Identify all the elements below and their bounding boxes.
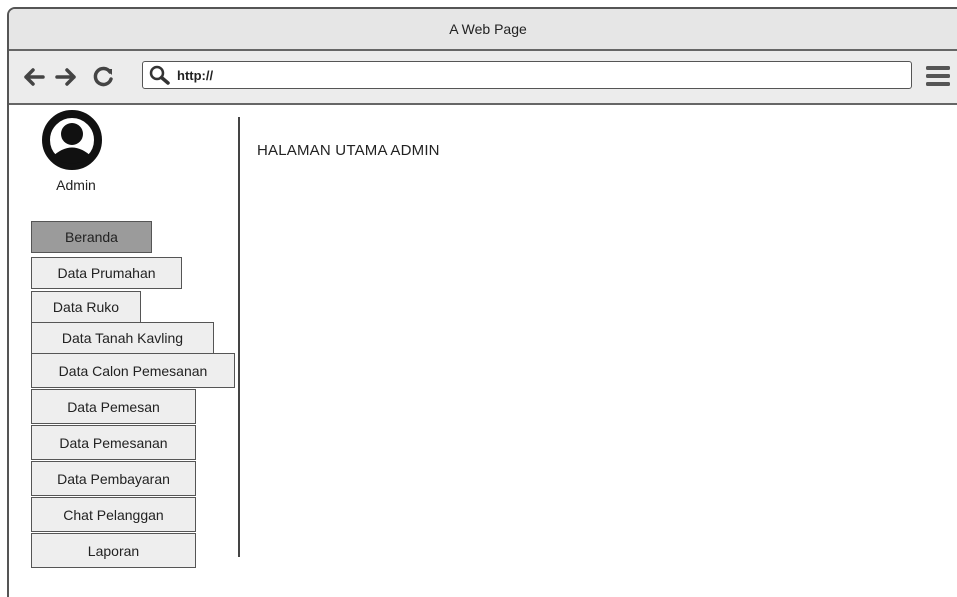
- sidebar-divider: [238, 117, 240, 557]
- url-input[interactable]: [177, 67, 897, 83]
- sidebar-item-data-calon-pemesanan[interactable]: Data Calon Pemesanan: [31, 353, 235, 388]
- browser-toolbar: [9, 51, 957, 105]
- reload-icon[interactable]: [93, 66, 115, 88]
- sidebar-item-data-tanah-kavling[interactable]: Data Tanah Kavling: [31, 322, 214, 354]
- sidebar-item-label: Chat Pelanggan: [63, 506, 164, 523]
- sidebar-item-chat-pelanggan[interactable]: Chat Pelanggan: [31, 497, 196, 532]
- page-title: HALAMAN UTAMA ADMIN: [257, 142, 440, 159]
- user-avatar-icon: [42, 110, 102, 170]
- sidebar-item-label: Data Calon Pemesanan: [58, 362, 208, 379]
- sidebar-item-label: Data Pemesanan: [59, 434, 168, 451]
- back-arrow-icon[interactable]: [23, 66, 45, 88]
- page-content: Admin Beranda Data Prumahan Data Ruko Da…: [9, 105, 957, 597]
- search-icon: [149, 65, 171, 85]
- sidebar-item-data-ruko[interactable]: Data Ruko: [31, 291, 141, 323]
- window-titlebar: A Web Page: [9, 9, 957, 51]
- sidebar-item-label: Data Pembayaran: [57, 470, 170, 487]
- sidebar-item-label: Beranda: [65, 229, 118, 245]
- address-bar[interactable]: [142, 61, 912, 89]
- sidebar-item-laporan[interactable]: Laporan: [31, 533, 196, 568]
- sidebar-item-data-pemesan[interactable]: Data Pemesan: [31, 389, 196, 424]
- sidebar-item-data-pembayaran[interactable]: Data Pembayaran: [31, 461, 196, 496]
- forward-arrow-icon[interactable]: [55, 66, 77, 88]
- user-name: Admin: [56, 177, 96, 193]
- sidebar-item-label: Data Prumahan: [57, 265, 156, 281]
- sidebar-item-data-prumahan[interactable]: Data Prumahan: [31, 257, 182, 289]
- sidebar-item-label: Laporan: [87, 542, 140, 559]
- sidebar-item-beranda[interactable]: Beranda: [31, 221, 152, 253]
- window-title: A Web Page: [449, 21, 527, 37]
- sidebar-item-data-pemesanan[interactable]: Data Pemesanan: [31, 425, 196, 460]
- sidebar-item-label: Data Pemesan: [67, 398, 160, 415]
- hamburger-menu-icon[interactable]: [925, 64, 951, 88]
- browser-window: A Web Page Admin: [7, 7, 957, 597]
- sidebar-item-label: Data Ruko: [52, 299, 120, 315]
- sidebar-item-label: Data Tanah Kavling: [61, 330, 184, 346]
